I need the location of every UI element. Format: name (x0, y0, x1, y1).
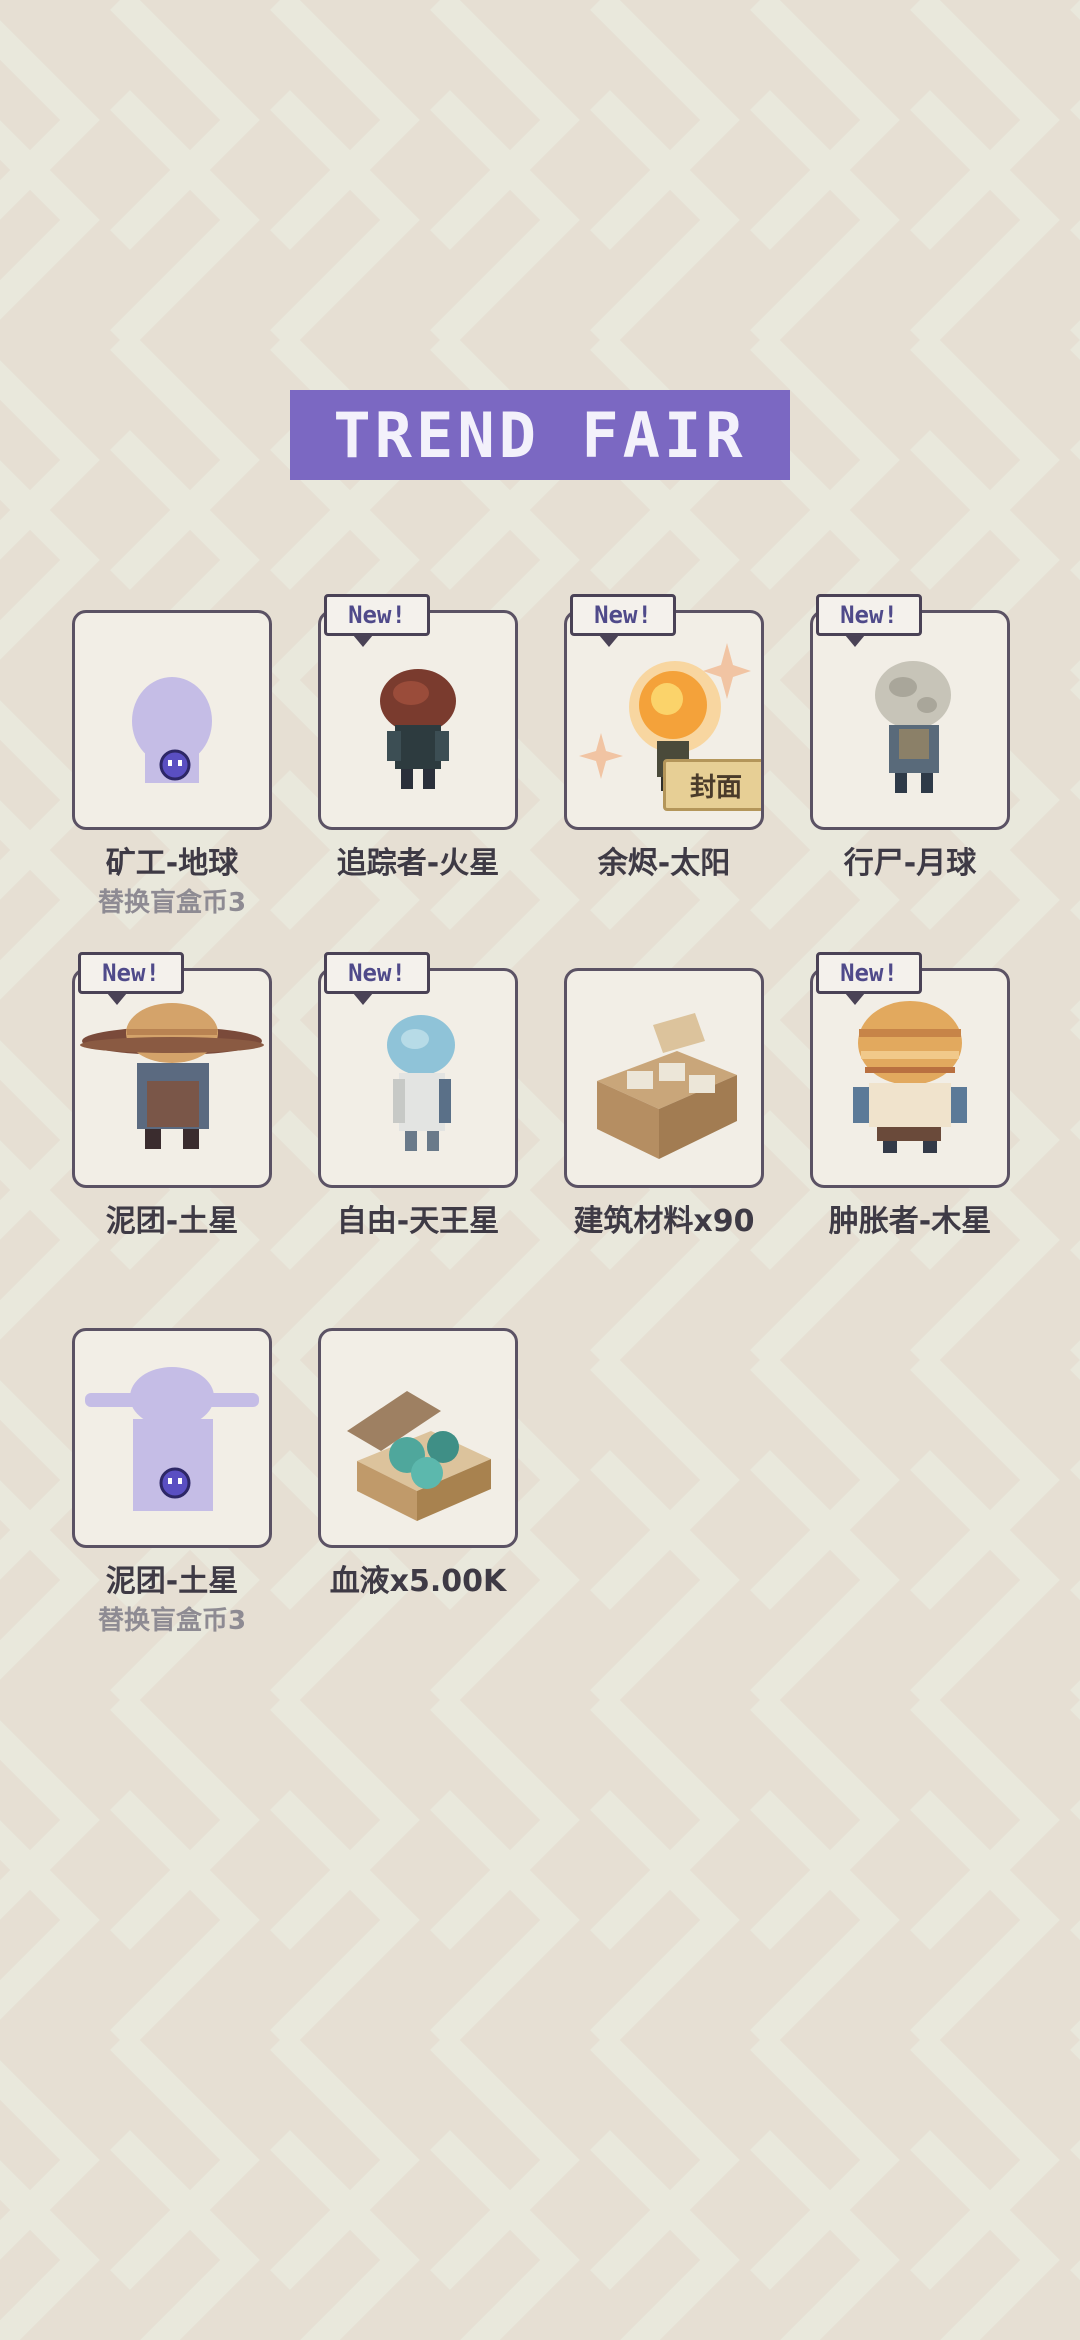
item-card[interactable] (810, 610, 1010, 830)
item-card[interactable]: 封面 (564, 610, 764, 830)
new-badge: New! (324, 594, 430, 647)
mud-saturn-character-icon (80, 1003, 264, 1149)
free-uranus-character-icon (387, 1015, 455, 1151)
cover-badge: 封面 (663, 759, 761, 811)
item-card[interactable] (810, 968, 1010, 1188)
item-name: 肿胀者-木星 (828, 1204, 992, 1239)
item-name: 矿工-地球 (105, 846, 239, 881)
page-title: TREND FAIR (333, 398, 747, 472)
blood-box-icon (347, 1391, 491, 1521)
silhouette-icon (132, 677, 212, 783)
new-badge: New! (78, 952, 184, 1005)
item-name: 余烬-太阳 (597, 846, 731, 881)
new-badge: New! (570, 594, 676, 647)
new-badge: New! (816, 594, 922, 647)
item-name: 泥团-土星 (105, 1204, 239, 1239)
crate-icon (597, 1013, 737, 1159)
item-card[interactable] (72, 1328, 272, 1548)
item-card[interactable] (72, 610, 272, 830)
item-name: 泥团-土星 (105, 1564, 239, 1599)
item-card[interactable] (318, 968, 518, 1188)
item-name: 行尸-月球 (843, 846, 977, 881)
item-name: 血液x5.00K (329, 1564, 507, 1599)
item-card[interactable] (318, 1328, 518, 1548)
item-card[interactable] (564, 968, 764, 1188)
item-card[interactable] (318, 610, 518, 830)
item-card[interactable] (72, 968, 272, 1188)
item-name: 建筑材料x90 (573, 1204, 755, 1239)
tracker-character-icon (380, 669, 456, 789)
walker-character-icon (875, 661, 951, 793)
silhouette-icon (85, 1367, 259, 1511)
item-subtext: 替换盲盒币3 (97, 888, 247, 918)
bloater-character-icon (853, 1001, 967, 1153)
trend-fair-banner: TREND FAIR (290, 390, 790, 480)
item-name: 自由-天王星 (336, 1204, 500, 1239)
new-badge: New! (816, 952, 922, 1005)
item-subtext: 替换盲盒币3 (97, 1606, 247, 1636)
new-badge: New! (324, 952, 430, 1005)
item-name: 追踪者-火星 (336, 846, 500, 881)
